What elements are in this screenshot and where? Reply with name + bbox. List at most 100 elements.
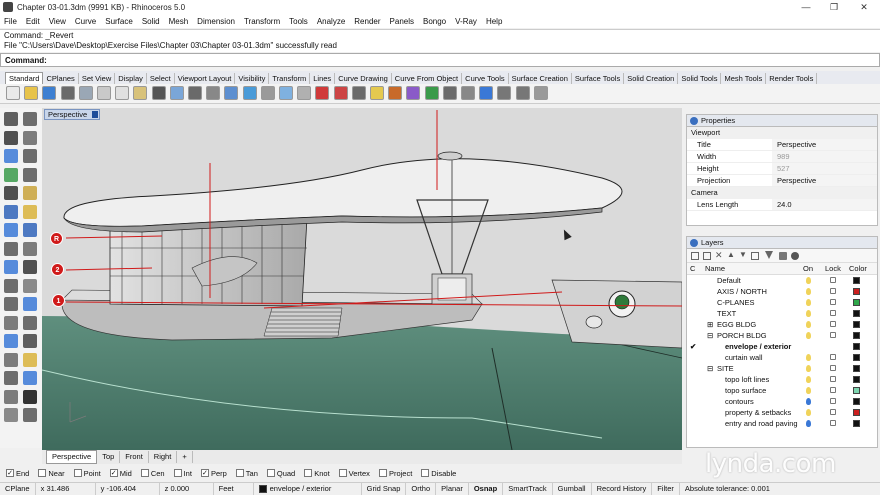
menu-analyze[interactable]: Analyze [317,17,345,26]
menu-surface[interactable]: Surface [105,17,133,26]
toolbar-tab-set-view[interactable]: Set View [79,73,116,84]
minimize-button[interactable]: — [792,0,820,14]
layer-row[interactable]: ✔ envelope / exterior [687,341,877,352]
osnap-tan[interactable]: Tan [235,469,258,478]
open-icon[interactable] [24,86,39,100]
light-icon[interactable] [370,86,384,100]
layer-row[interactable]: C-PLANES [687,297,877,308]
status-toggle-filter[interactable]: Filter [652,483,680,495]
car-icon[interactable] [315,86,330,100]
layer-color-swatch[interactable] [853,409,860,416]
layer-color-swatch[interactable] [853,332,860,339]
layer-row[interactable]: ⊟ PORCH BLDG [687,330,877,341]
layer-row[interactable]: curtain wall [687,352,877,363]
viewport-tab-perspective[interactable]: Perspective [46,450,98,464]
layer-color-swatch[interactable] [853,299,860,306]
toolbar-tab-cplanes[interactable]: CPlanes [43,73,79,84]
layer-visible-bulb-icon[interactable] [806,398,811,405]
menu-bongo[interactable]: Bongo [423,17,446,26]
pan-icon[interactable] [169,86,184,100]
boolean-icon[interactable] [4,260,18,274]
paste-icon[interactable] [133,86,148,100]
zoom-selected-icon[interactable] [242,86,257,100]
layer-lock-icon[interactable] [830,277,836,283]
extrude-icon[interactable] [23,204,37,219]
menu-help[interactable]: Help [486,17,502,26]
new-sublayer-icon[interactable] [703,252,711,260]
layer-row[interactable]: topo surface [687,385,877,396]
four-view-icon[interactable] [297,86,312,100]
layer-visible-bulb-icon[interactable] [806,354,811,361]
layer-color-swatch[interactable] [853,376,860,383]
layer-visible-bulb-icon[interactable] [806,288,811,295]
osnap-disable[interactable]: Disable [421,469,456,478]
save-icon[interactable] [42,86,57,100]
properties-tab[interactable]: Properties [687,115,877,127]
text-icon[interactable] [4,371,18,385]
new-icon[interactable] [6,86,20,100]
menu-curve[interactable]: Curve [75,17,96,26]
scale-icon[interactable] [4,297,18,311]
group-icon[interactable] [23,352,37,367]
checkbox-icon[interactable] [235,469,244,477]
viewport-tab-front[interactable]: Front [120,451,149,463]
osnap-point[interactable]: Point [73,469,101,478]
material-icon[interactable] [461,86,475,100]
curve-icon[interactable] [23,130,37,145]
freeform-icon[interactable] [23,186,37,200]
osnap-quad[interactable]: Quad [266,469,295,478]
menu-vray[interactable]: V-Ray [455,17,477,26]
layer-lock-icon[interactable] [830,299,836,305]
toolbar-tab-transform[interactable]: Transform [269,73,311,84]
toolbar-tab-lines[interactable]: Lines [310,73,336,84]
status-toggle-osnap[interactable]: Osnap [469,483,504,495]
menu-tools[interactable]: Tools [289,17,308,26]
layer-visible-bulb-icon[interactable] [806,365,811,372]
toolbar-tab-surface-tools[interactable]: Surface Tools [572,73,625,84]
settings-icon[interactable] [497,86,512,100]
polyline-icon[interactable] [4,130,18,145]
osnap-project[interactable]: Project [378,469,412,478]
toolbar-tab-display[interactable]: Display [115,73,147,84]
select-pointer-icon[interactable] [4,112,18,126]
join-icon[interactable] [23,334,37,348]
menu-mesh[interactable]: Mesh [169,17,189,26]
menu-transform[interactable]: Transform [244,17,280,26]
current-layer-indicator[interactable]: envelope / exterior [254,483,362,495]
move-down-icon[interactable]: ▼ [739,250,747,259]
viewport-menu-arrow-icon[interactable] [92,111,98,118]
checkbox-icon[interactable]: ✓ [109,469,118,477]
perspective-viewport[interactable]: R 2 1 [42,108,682,450]
mesh-icon[interactable] [4,241,18,256]
undo-icon[interactable] [151,86,166,100]
polygon-icon[interactable] [4,186,18,200]
render-icon[interactable] [4,408,18,422]
delete-layer-icon[interactable]: ✕ [715,250,723,261]
grid-icon[interactable] [279,86,293,100]
layer-color-swatch[interactable] [853,343,860,350]
osnap-near[interactable]: Near [38,469,65,478]
layer-visible-bulb-icon[interactable] [806,321,811,328]
osnap-end[interactable]: ✓ End [6,469,29,478]
move-up-icon[interactable]: ▲ [727,250,735,259]
layer-visible-bulb-icon[interactable] [806,299,811,306]
hide-icon[interactable] [351,86,366,100]
status-toggle-smarttrack[interactable]: SmartTrack [503,483,553,495]
layer-visible-bulb-icon[interactable] [806,420,811,427]
mirror-icon[interactable] [23,297,37,311]
checkbox-icon[interactable] [421,469,430,477]
lens-length-field[interactable]: 24.0 [772,199,877,210]
status-toggle-record-history[interactable]: Record History [592,483,653,495]
checkbox-icon[interactable]: ✓ [200,469,209,477]
layer-visible-bulb-icon[interactable] [806,310,811,317]
units-label[interactable]: Feet [214,483,254,495]
toolbar-tab-standard[interactable]: Standard [5,72,44,84]
toolbar-tab-curve-tools[interactable]: Curve Tools [462,73,509,84]
layer-color-swatch[interactable] [853,277,860,284]
print-icon[interactable] [60,86,75,100]
layer-row[interactable]: entry and road paving [687,418,877,429]
menu-panels[interactable]: Panels [390,17,414,26]
checkbox-icon[interactable] [378,469,387,477]
toolbar-tab-curve-drawing[interactable]: Curve Drawing [335,73,392,84]
rectangle-icon[interactable] [23,167,37,182]
